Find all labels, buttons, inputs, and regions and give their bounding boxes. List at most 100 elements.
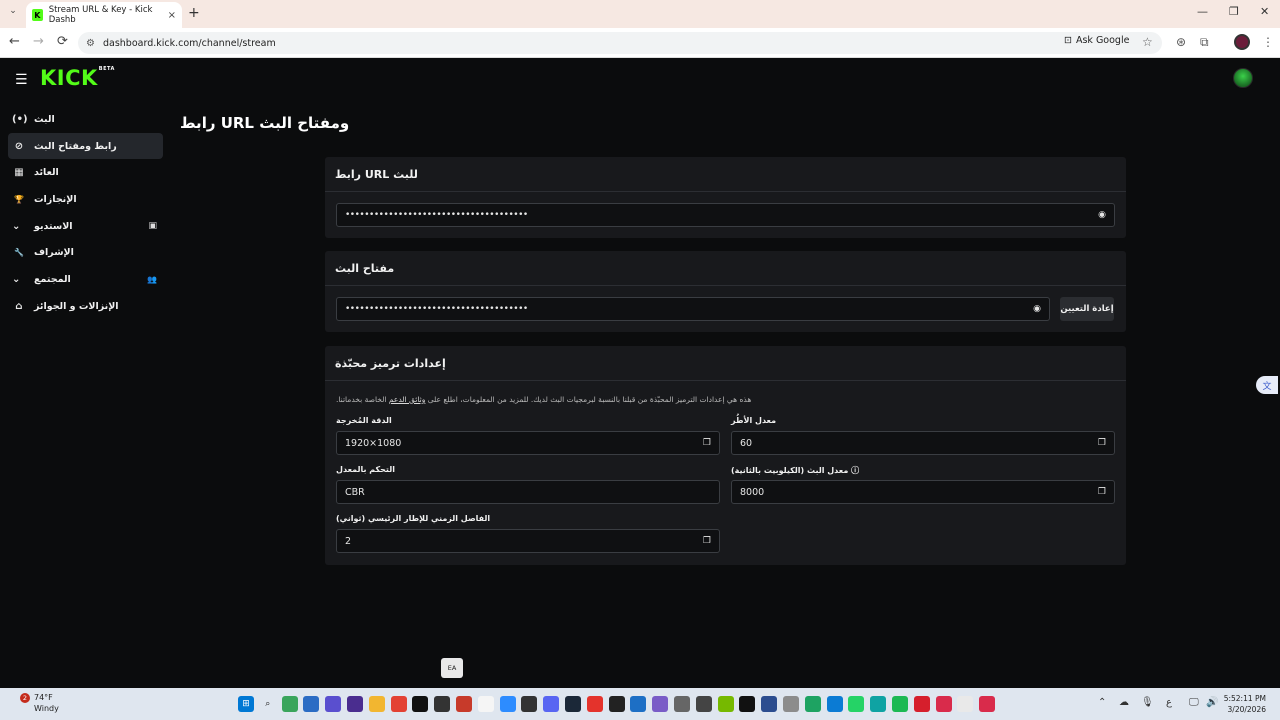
app-icon[interactable] [935,696,952,712]
studio-icon: ▣ [148,221,157,232]
search-icon[interactable]: ⌕ [260,696,276,712]
microphone-icon[interactable]: 🎙 [1141,697,1154,708]
app-icon[interactable] [346,696,363,712]
windows-start-icon[interactable]: ⊞ [238,696,254,712]
browser-toolbar: ← → ⟳ ⚙ dashboard.kick.com/channel/strea… [0,28,1280,58]
eye-icon[interactable]: ◉ [1098,210,1106,220]
close-window-button[interactable]: ✕ [1260,5,1269,18]
app-icon[interactable] [521,696,538,712]
resolution-field[interactable]: 1920×1080 ❐ [336,431,720,455]
sidebar-item-stream[interactable]: (•) البث [8,106,163,133]
sidebar-item-stream-url-key[interactable]: ⊘ رابط ومفتاح البث [8,132,163,160]
app-icon[interactable] [673,696,690,712]
hamburger-menu-icon[interactable]: ☰ [15,72,28,88]
zoom-icon[interactable] [499,696,516,712]
chevron-down-icon: ⌄ [12,220,21,232]
app-icon[interactable] [913,696,930,712]
reload-button[interactable]: ⟳ [57,34,68,49]
wrench-icon: 🔧 [14,248,24,258]
onedrive-icon[interactable]: ☁ [1119,697,1129,708]
nvidia-icon[interactable] [717,696,734,712]
tab-close-icon[interactable]: × [168,10,176,21]
support-docs-link[interactable]: وثائق الدعم [389,395,426,404]
chrome-icon[interactable] [390,696,407,712]
app-icon[interactable] [979,696,996,712]
copy-icon[interactable]: ❐ [1098,438,1106,448]
app-icon[interactable] [826,696,843,712]
tab-list-icon[interactable]: ⌄ [6,6,20,20]
app-icon[interactable] [455,696,472,712]
app-icon[interactable] [325,696,342,712]
translate-icon[interactable]: 文 [1256,376,1278,394]
extension-icon[interactable]: ⊛ [1176,35,1186,49]
app-icon[interactable] [303,696,320,712]
forward-button[interactable]: → [33,34,44,49]
sidebar-item-revenue[interactable]: ▦ العائد [8,159,163,186]
clock[interactable]: 5:52:11 PM 3/20/2026 [1222,693,1266,715]
whatsapp-icon[interactable] [848,696,865,712]
reset-key-button[interactable]: إعادة التعيين [1060,297,1114,321]
new-tab-button[interactable]: + [188,5,200,21]
app-icon[interactable] [761,696,778,712]
app-icon[interactable] [477,696,494,712]
address-bar[interactable]: ⚙ dashboard.kick.com/channel/stream [78,32,1162,54]
spotify-icon[interactable] [891,696,908,712]
monitor-icon[interactable]: 🖵 [1189,697,1199,708]
app-icon[interactable] [608,696,625,712]
kick-logo[interactable]: KICKBETA [40,66,115,90]
info-icon[interactable]: ⓘ [851,466,859,475]
steam-icon[interactable] [564,696,581,712]
keyframe-field[interactable]: 2 ❐ [336,529,720,553]
extensions-puzzle-icon[interactable]: ⧉ [1200,35,1209,50]
menu-dots-icon[interactable]: ⋮ [1262,35,1274,49]
app-icon[interactable] [782,696,799,712]
app-icon[interactable] [434,696,451,712]
sidebar-item-studio[interactable]: ⌄ الاستديو ▣ [8,213,163,240]
minimize-button[interactable]: — [1197,5,1208,18]
stream-key-field[interactable]: •••••••••••••••••••••••••••••••••••••• ◉ [336,297,1050,321]
user-avatar[interactable] [1233,68,1253,88]
app-icon[interactable] [804,696,821,712]
app-icon[interactable] [586,696,603,712]
fps-field[interactable]: 60 ❐ [731,431,1115,455]
sidebar-item-moderation[interactable]: 🔧 الإشراف [8,239,163,266]
tab-title: Stream URL & Key - Kick Dashb [48,5,153,25]
volume-icon[interactable]: 🔊 [1206,697,1218,708]
taskbar: 2 74°F Windy ⊞ ⌕ ⌃ ☁ 🎙 ع 🖵 🔊 5:52:11 PM … [0,688,1280,720]
ask-google-button[interactable]: ⊡ Ask Google [1064,35,1129,46]
eye-icon[interactable]: ◉ [1033,304,1041,314]
profile-avatar[interactable] [1234,34,1250,50]
sidebar-item-label: الإنزالات و الجوائز [34,300,119,312]
site-info-icon[interactable]: ⚙ [86,38,95,49]
app-icon[interactable] [630,696,647,712]
weather-widget[interactable]: 2 74°F Windy [14,692,59,714]
restore-button[interactable]: ❐ [1229,5,1239,18]
discord-icon[interactable] [543,696,560,712]
tiktok-icon[interactable] [412,696,429,712]
sidebar-item-label: العائد [34,167,59,179]
sidebar-item-drops-rewards[interactable]: ⌂ الإنزالات و الجوائز [8,293,163,320]
tray-chevron-icon[interactable]: ⌃ [1098,697,1106,708]
bookmark-star-icon[interactable]: ☆ [1142,35,1153,49]
chrome-active-icon[interactable] [957,696,974,712]
chart-icon: ▦ [14,167,24,179]
sidebar-item-community[interactable]: ⌄ المجتمع 👥 [8,266,163,293]
bitrate-field[interactable]: 8000 ❐ [731,480,1115,504]
browser-tab[interactable]: K Stream URL & Key - Kick Dashb × [26,2,182,28]
app-icon[interactable] [739,696,756,712]
file-explorer-icon[interactable] [368,696,385,712]
rate-control-value: CBR [345,486,365,498]
rate-control-field[interactable]: CBR [336,480,720,504]
language-indicator[interactable]: ع [1166,697,1172,708]
app-icon[interactable] [281,696,298,712]
app-icon[interactable] [652,696,669,712]
app-icon[interactable] [870,696,887,712]
app-icon[interactable] [695,696,712,712]
copy-icon[interactable]: ❐ [703,438,711,448]
sidebar-item-achievements[interactable]: 🏆 الإنجازات [8,186,163,213]
stream-url-field[interactable]: •••••••••••••••••••••••••••••••••••••• ◉ [336,203,1115,227]
beta-badge: BETA [98,66,115,72]
copy-icon[interactable]: ❐ [703,536,711,546]
back-button[interactable]: ← [9,34,20,49]
copy-icon[interactable]: ❐ [1098,487,1106,497]
